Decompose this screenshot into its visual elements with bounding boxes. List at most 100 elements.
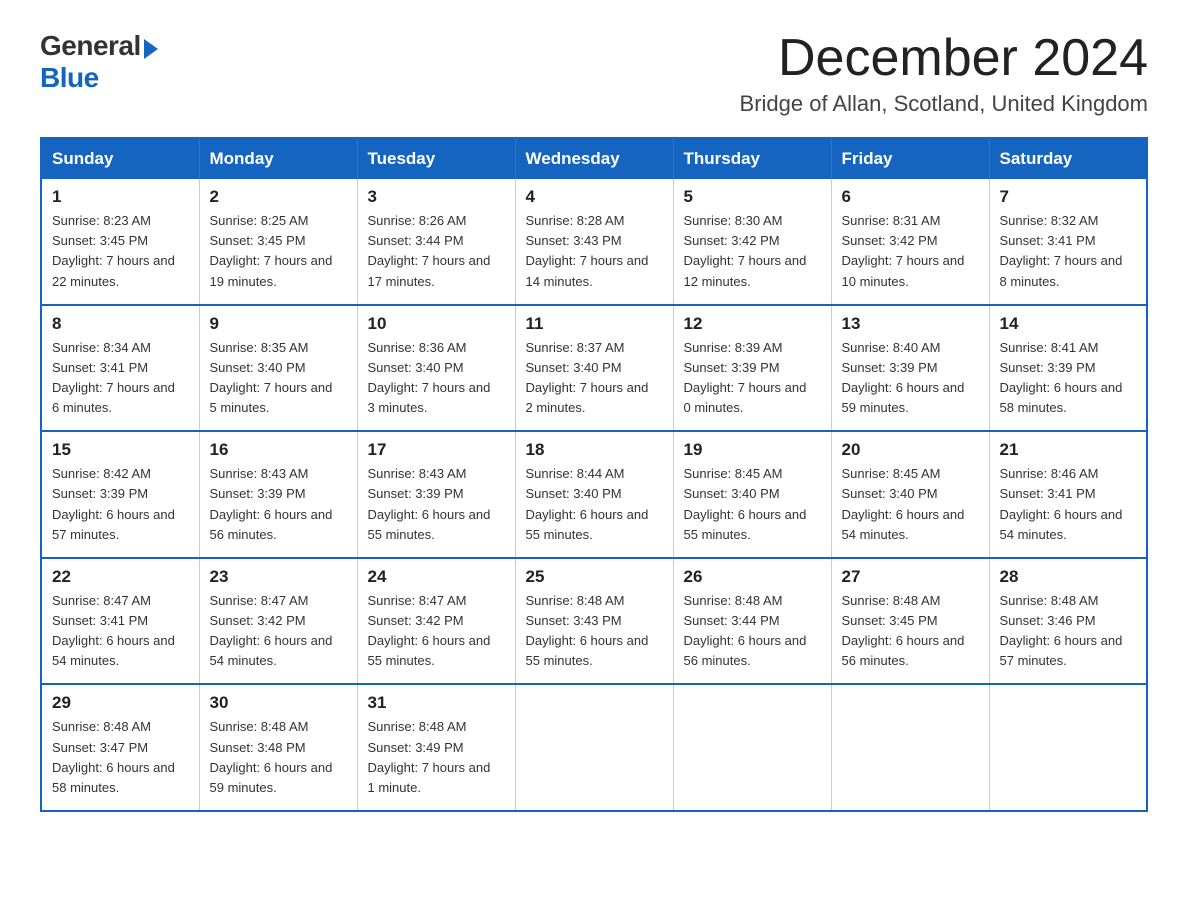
day-info: Sunrise: 8:47 AM Sunset: 3:42 PM Dayligh…: [368, 591, 505, 672]
day-cell: 27 Sunrise: 8:48 AM Sunset: 3:45 PM Dayl…: [831, 558, 989, 685]
day-info: Sunrise: 8:41 AM Sunset: 3:39 PM Dayligh…: [1000, 338, 1137, 419]
day-info: Sunrise: 8:48 AM Sunset: 3:48 PM Dayligh…: [210, 717, 347, 798]
day-cell: 24 Sunrise: 8:47 AM Sunset: 3:42 PM Dayl…: [357, 558, 515, 685]
day-number: 19: [684, 440, 821, 460]
week-row-2: 8 Sunrise: 8:34 AM Sunset: 3:41 PM Dayli…: [41, 305, 1147, 432]
day-cell: 13 Sunrise: 8:40 AM Sunset: 3:39 PM Dayl…: [831, 305, 989, 432]
header-cell-tuesday: Tuesday: [357, 138, 515, 179]
week-row-5: 29 Sunrise: 8:48 AM Sunset: 3:47 PM Dayl…: [41, 684, 1147, 811]
day-number: 16: [210, 440, 347, 460]
day-info: Sunrise: 8:48 AM Sunset: 3:47 PM Dayligh…: [52, 717, 189, 798]
day-cell: 6 Sunrise: 8:31 AM Sunset: 3:42 PM Dayli…: [831, 179, 989, 305]
logo-arrow-icon: [144, 39, 158, 59]
day-number: 2: [210, 187, 347, 207]
day-cell: 21 Sunrise: 8:46 AM Sunset: 3:41 PM Dayl…: [989, 431, 1147, 558]
day-number: 23: [210, 567, 347, 587]
header-cell-wednesday: Wednesday: [515, 138, 673, 179]
day-cell: 26 Sunrise: 8:48 AM Sunset: 3:44 PM Dayl…: [673, 558, 831, 685]
header-cell-friday: Friday: [831, 138, 989, 179]
day-info: Sunrise: 8:26 AM Sunset: 3:44 PM Dayligh…: [368, 211, 505, 292]
week-row-1: 1 Sunrise: 8:23 AM Sunset: 3:45 PM Dayli…: [41, 179, 1147, 305]
day-number: 14: [1000, 314, 1137, 334]
day-info: Sunrise: 8:48 AM Sunset: 3:43 PM Dayligh…: [526, 591, 663, 672]
day-number: 10: [368, 314, 505, 334]
day-cell: [515, 684, 673, 811]
day-info: Sunrise: 8:46 AM Sunset: 3:41 PM Dayligh…: [1000, 464, 1137, 545]
day-cell: 8 Sunrise: 8:34 AM Sunset: 3:41 PM Dayli…: [41, 305, 199, 432]
day-cell: 3 Sunrise: 8:26 AM Sunset: 3:44 PM Dayli…: [357, 179, 515, 305]
day-info: Sunrise: 8:47 AM Sunset: 3:42 PM Dayligh…: [210, 591, 347, 672]
day-cell: 19 Sunrise: 8:45 AM Sunset: 3:40 PM Dayl…: [673, 431, 831, 558]
day-info: Sunrise: 8:42 AM Sunset: 3:39 PM Dayligh…: [52, 464, 189, 545]
day-info: Sunrise: 8:40 AM Sunset: 3:39 PM Dayligh…: [842, 338, 979, 419]
day-number: 1: [52, 187, 189, 207]
day-number: 15: [52, 440, 189, 460]
day-info: Sunrise: 8:23 AM Sunset: 3:45 PM Dayligh…: [52, 211, 189, 292]
day-number: 24: [368, 567, 505, 587]
day-cell: [831, 684, 989, 811]
day-info: Sunrise: 8:43 AM Sunset: 3:39 PM Dayligh…: [368, 464, 505, 545]
day-cell: 15 Sunrise: 8:42 AM Sunset: 3:39 PM Dayl…: [41, 431, 199, 558]
day-cell: 5 Sunrise: 8:30 AM Sunset: 3:42 PM Dayli…: [673, 179, 831, 305]
day-cell: [989, 684, 1147, 811]
day-cell: 28 Sunrise: 8:48 AM Sunset: 3:46 PM Dayl…: [989, 558, 1147, 685]
day-info: Sunrise: 8:48 AM Sunset: 3:44 PM Dayligh…: [684, 591, 821, 672]
logo-blue-text: Blue: [40, 62, 99, 93]
day-cell: 10 Sunrise: 8:36 AM Sunset: 3:40 PM Dayl…: [357, 305, 515, 432]
day-number: 25: [526, 567, 663, 587]
day-info: Sunrise: 8:48 AM Sunset: 3:49 PM Dayligh…: [368, 717, 505, 798]
day-cell: 20 Sunrise: 8:45 AM Sunset: 3:40 PM Dayl…: [831, 431, 989, 558]
day-number: 22: [52, 567, 189, 587]
day-number: 28: [1000, 567, 1137, 587]
logo-general-text: General: [40, 30, 141, 61]
day-info: Sunrise: 8:37 AM Sunset: 3:40 PM Dayligh…: [526, 338, 663, 419]
day-info: Sunrise: 8:45 AM Sunset: 3:40 PM Dayligh…: [842, 464, 979, 545]
day-cell: 18 Sunrise: 8:44 AM Sunset: 3:40 PM Dayl…: [515, 431, 673, 558]
day-number: 17: [368, 440, 505, 460]
day-cell: 14 Sunrise: 8:41 AM Sunset: 3:39 PM Dayl…: [989, 305, 1147, 432]
day-cell: 29 Sunrise: 8:48 AM Sunset: 3:47 PM Dayl…: [41, 684, 199, 811]
day-number: 21: [1000, 440, 1137, 460]
day-number: 3: [368, 187, 505, 207]
day-number: 12: [684, 314, 821, 334]
header-cell-thursday: Thursday: [673, 138, 831, 179]
day-number: 6: [842, 187, 979, 207]
day-info: Sunrise: 8:44 AM Sunset: 3:40 PM Dayligh…: [526, 464, 663, 545]
day-cell: 7 Sunrise: 8:32 AM Sunset: 3:41 PM Dayli…: [989, 179, 1147, 305]
calendar-table: SundayMondayTuesdayWednesdayThursdayFrid…: [40, 137, 1148, 812]
day-cell: 30 Sunrise: 8:48 AM Sunset: 3:48 PM Dayl…: [199, 684, 357, 811]
day-number: 8: [52, 314, 189, 334]
day-info: Sunrise: 8:25 AM Sunset: 3:45 PM Dayligh…: [210, 211, 347, 292]
page-header: General Blue December 2024 Bridge of All…: [40, 30, 1148, 117]
day-info: Sunrise: 8:47 AM Sunset: 3:41 PM Dayligh…: [52, 591, 189, 672]
day-cell: [673, 684, 831, 811]
day-number: 9: [210, 314, 347, 334]
title-section: December 2024 Bridge of Allan, Scotland,…: [740, 30, 1148, 117]
day-info: Sunrise: 8:32 AM Sunset: 3:41 PM Dayligh…: [1000, 211, 1137, 292]
day-cell: 2 Sunrise: 8:25 AM Sunset: 3:45 PM Dayli…: [199, 179, 357, 305]
day-cell: 1 Sunrise: 8:23 AM Sunset: 3:45 PM Dayli…: [41, 179, 199, 305]
header-cell-monday: Monday: [199, 138, 357, 179]
day-cell: 12 Sunrise: 8:39 AM Sunset: 3:39 PM Dayl…: [673, 305, 831, 432]
day-number: 26: [684, 567, 821, 587]
day-info: Sunrise: 8:28 AM Sunset: 3:43 PM Dayligh…: [526, 211, 663, 292]
logo: General Blue: [40, 30, 158, 94]
header-cell-saturday: Saturday: [989, 138, 1147, 179]
day-info: Sunrise: 8:43 AM Sunset: 3:39 PM Dayligh…: [210, 464, 347, 545]
day-number: 4: [526, 187, 663, 207]
day-info: Sunrise: 8:45 AM Sunset: 3:40 PM Dayligh…: [684, 464, 821, 545]
day-info: Sunrise: 8:30 AM Sunset: 3:42 PM Dayligh…: [684, 211, 821, 292]
day-number: 13: [842, 314, 979, 334]
day-cell: 22 Sunrise: 8:47 AM Sunset: 3:41 PM Dayl…: [41, 558, 199, 685]
logo-top-line: General: [40, 30, 158, 62]
day-info: Sunrise: 8:35 AM Sunset: 3:40 PM Dayligh…: [210, 338, 347, 419]
day-info: Sunrise: 8:31 AM Sunset: 3:42 PM Dayligh…: [842, 211, 979, 292]
week-row-4: 22 Sunrise: 8:47 AM Sunset: 3:41 PM Dayl…: [41, 558, 1147, 685]
day-cell: 11 Sunrise: 8:37 AM Sunset: 3:40 PM Dayl…: [515, 305, 673, 432]
page-subtitle: Bridge of Allan, Scotland, United Kingdo…: [740, 91, 1148, 117]
day-number: 7: [1000, 187, 1137, 207]
day-cell: 17 Sunrise: 8:43 AM Sunset: 3:39 PM Dayl…: [357, 431, 515, 558]
day-info: Sunrise: 8:48 AM Sunset: 3:46 PM Dayligh…: [1000, 591, 1137, 672]
day-number: 29: [52, 693, 189, 713]
day-info: Sunrise: 8:39 AM Sunset: 3:39 PM Dayligh…: [684, 338, 821, 419]
